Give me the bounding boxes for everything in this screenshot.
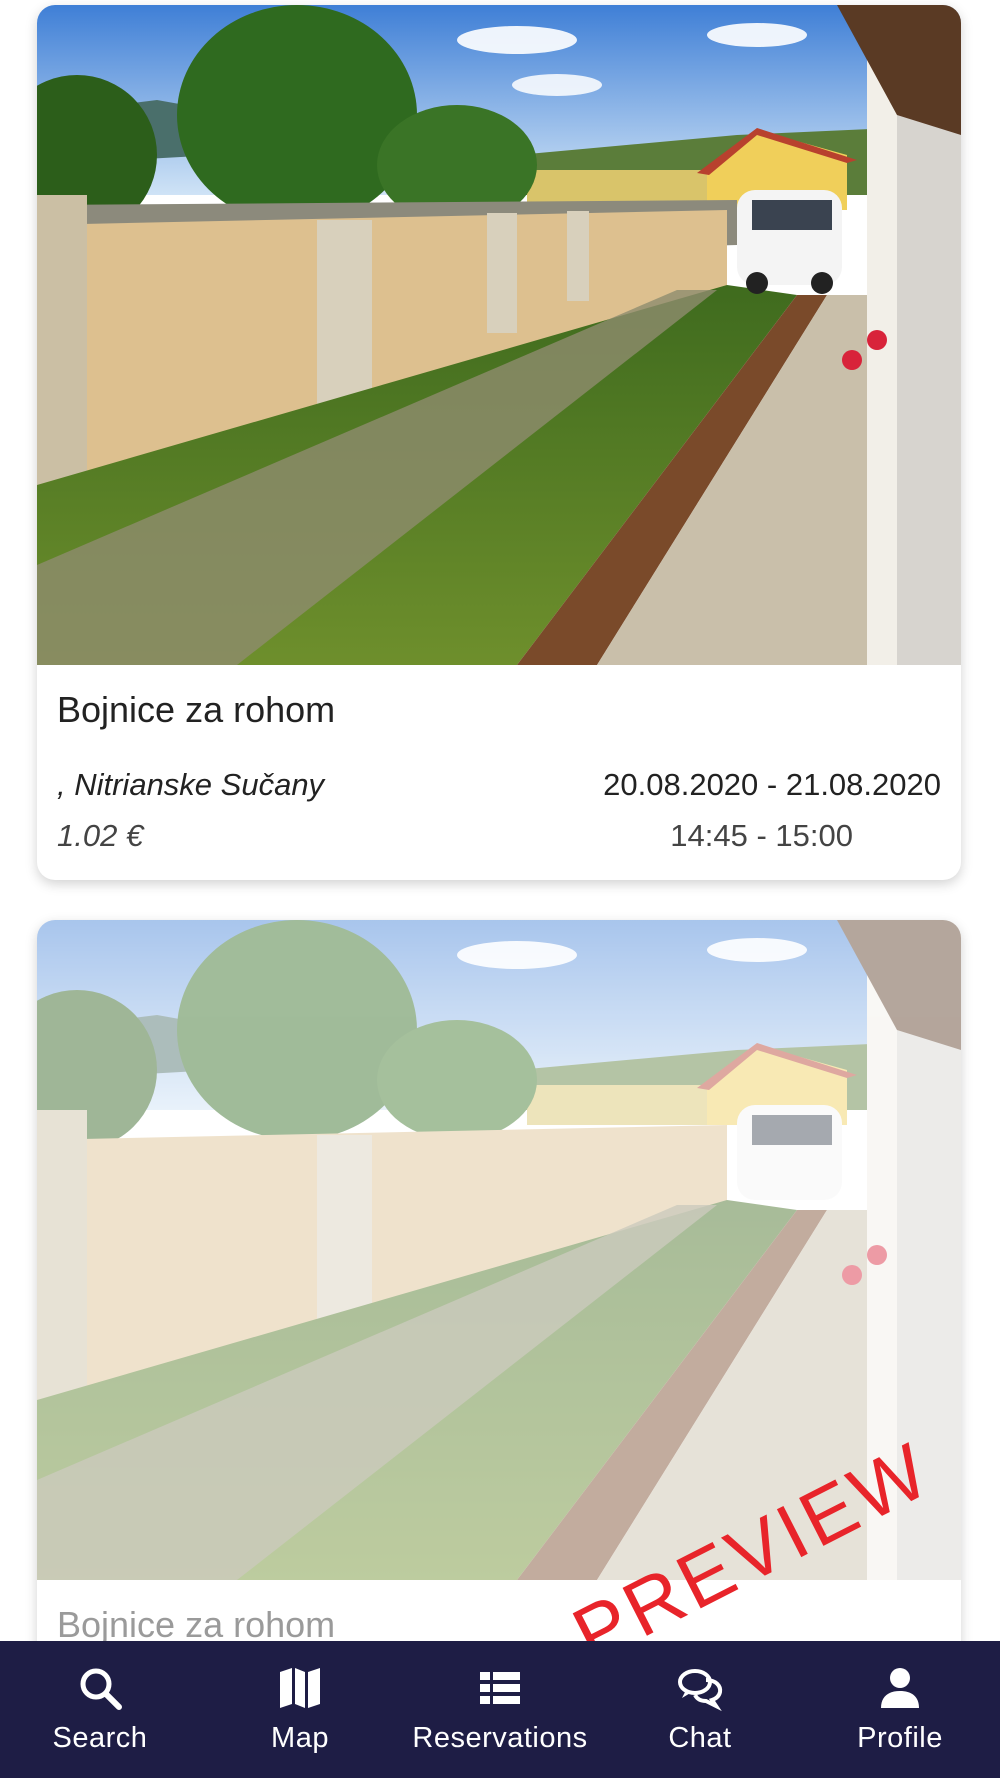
listing-times: 14:45 - 15:00: [670, 818, 853, 853]
nav-label-chat: Chat: [668, 1722, 732, 1754]
map-icon: [280, 1668, 320, 1708]
listing-location: , Nitrianske Sučany: [57, 767, 325, 802]
listing-title: Bojnice za rohom: [57, 689, 336, 730]
listing-card[interactable]: Bojnice za rohom , Nitrianske Sučany 1.0…: [37, 5, 961, 880]
nav-label-profile: Profile: [857, 1722, 943, 1754]
listing-title: Bojnice za rohom: [57, 1604, 336, 1645]
bottom-navigation: Search Map Reservations Chat Profile: [0, 1641, 1000, 1778]
nav-label-reservations: Reservations: [412, 1722, 588, 1754]
nav-item-reservations[interactable]: Reservations: [405, 1641, 595, 1778]
search-icon: [80, 1668, 122, 1710]
listing-details: Bojnice za rohom , Nitrianske Sučany 1.0…: [37, 665, 961, 880]
listing-dates: 20.08.2020 - 21.08.2020: [603, 767, 941, 802]
nav-item-profile[interactable]: Profile: [805, 1641, 995, 1778]
chat-icon: [678, 1669, 723, 1712]
listing-price: 1.02 €: [57, 818, 144, 853]
nav-item-map[interactable]: Map: [205, 1641, 395, 1778]
person-icon: [881, 1668, 919, 1708]
nav-label-search: Search: [52, 1722, 148, 1754]
nav-label-map: Map: [271, 1722, 329, 1754]
nav-item-chat[interactable]: Chat: [605, 1641, 795, 1778]
list-icon: [480, 1672, 520, 1704]
listing-photo: [37, 5, 961, 665]
nav-item-search[interactable]: Search: [5, 1641, 195, 1778]
